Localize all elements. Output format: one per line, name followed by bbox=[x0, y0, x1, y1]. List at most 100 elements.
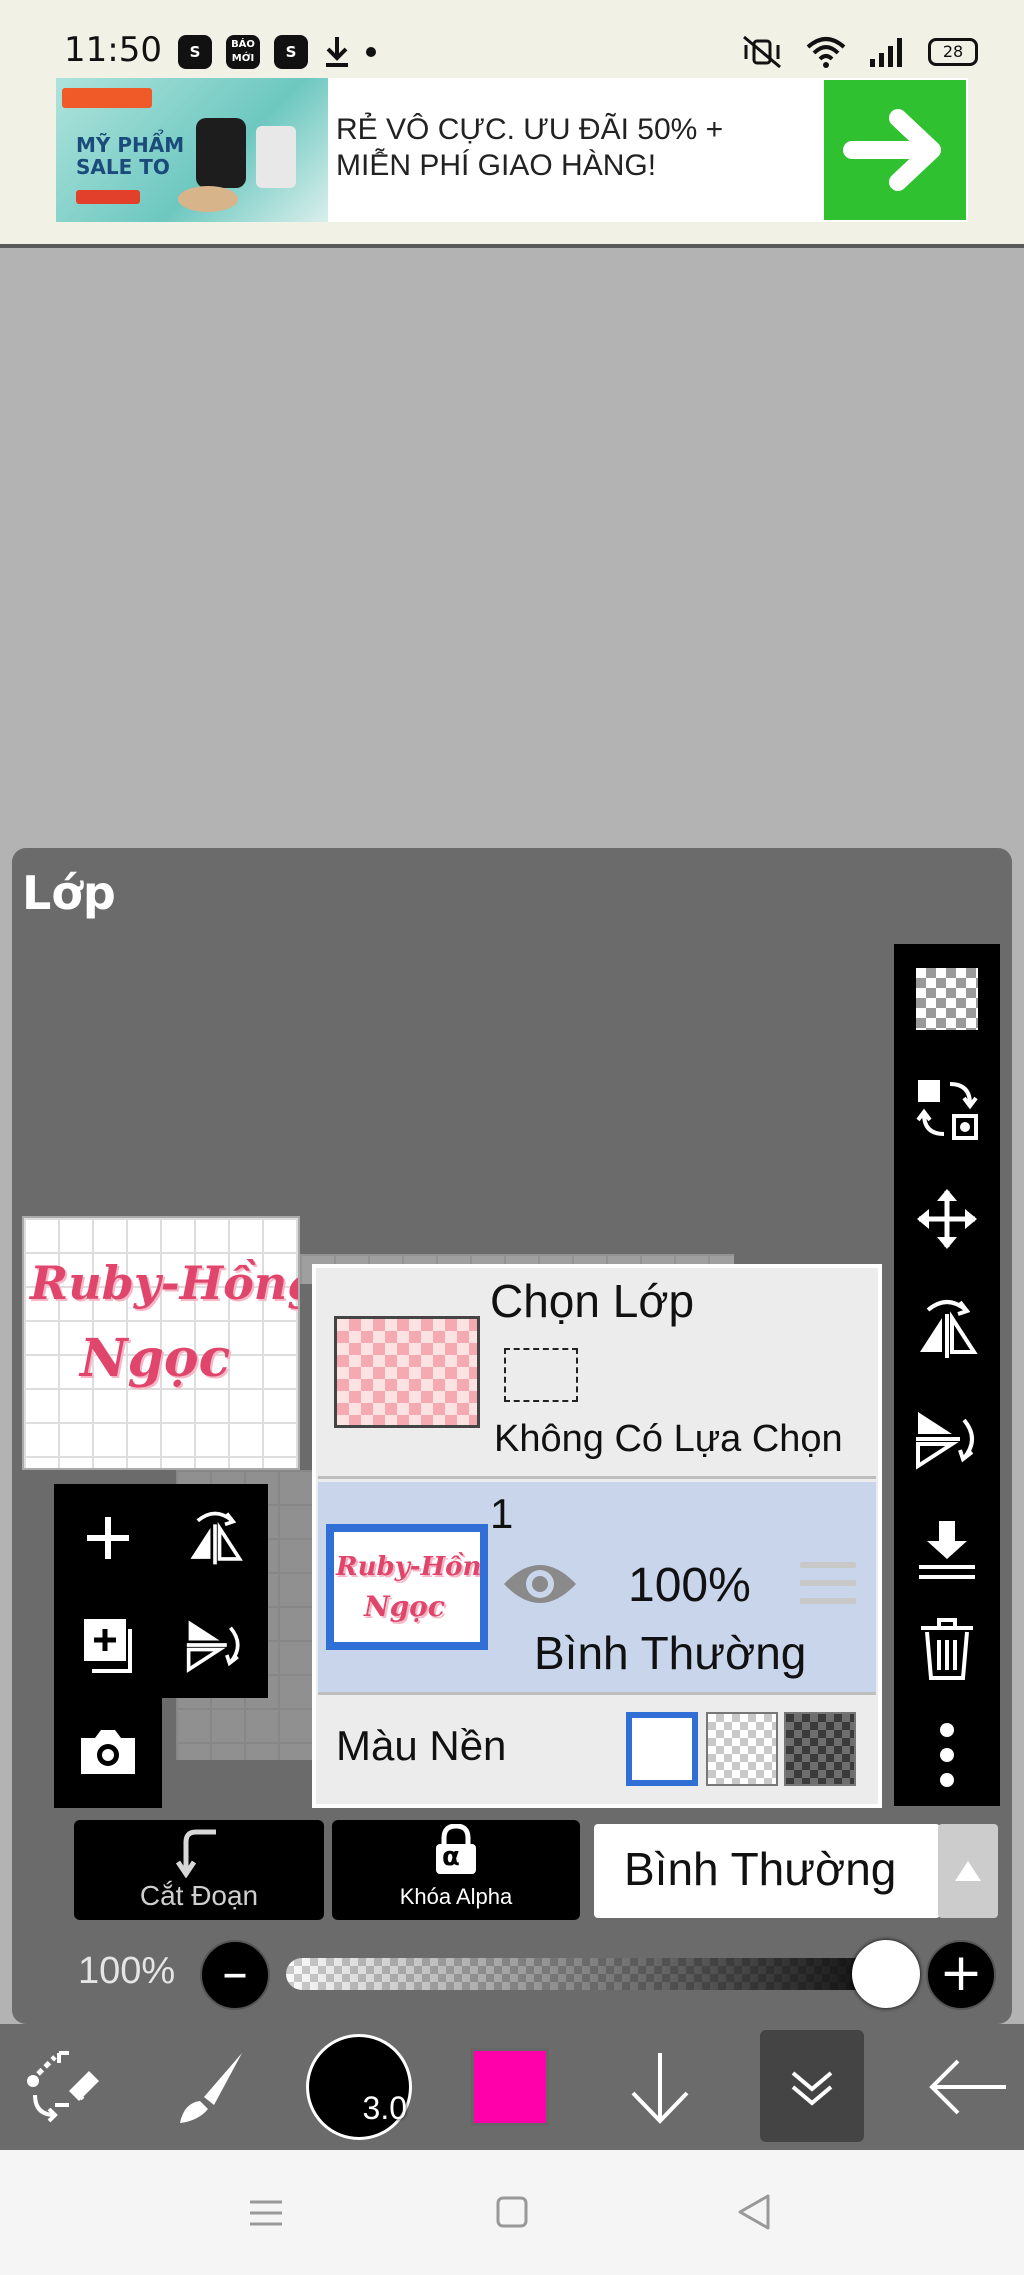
opacity-increase-button[interactable]: + bbox=[926, 1940, 996, 2010]
layer-opacity: 100% bbox=[628, 1559, 751, 1612]
alpha-lock-label: Khóa Alpha bbox=[399, 1884, 513, 1909]
arrow-down-icon bbox=[631, 2053, 689, 2124]
home-icon[interactable] bbox=[494, 2194, 530, 2230]
transform-eraser-tool[interactable] bbox=[10, 2024, 120, 2150]
background-light-checker-swatch[interactable] bbox=[706, 1712, 778, 1786]
status-time: 11:50 bbox=[64, 30, 162, 70]
product-bottle bbox=[196, 118, 246, 188]
swap-layers-button[interactable] bbox=[894, 1054, 1000, 1164]
swap-icon bbox=[916, 1080, 978, 1140]
divider bbox=[318, 1476, 876, 1479]
blend-mode-value: Bình Thường bbox=[624, 1843, 897, 1895]
divider bbox=[318, 1692, 876, 1695]
checker-icon bbox=[916, 968, 978, 1030]
back-button[interactable] bbox=[912, 2024, 1024, 2150]
selection-marquee-icon bbox=[504, 1348, 578, 1402]
layer-number: 1 bbox=[490, 1490, 514, 1537]
battery-indicator: 28 bbox=[928, 38, 978, 66]
notification-icons: S BÁO MỚI S bbox=[178, 34, 376, 70]
blend-mode-dropdown-button[interactable] bbox=[938, 1824, 998, 1918]
camera-import-button[interactable] bbox=[54, 1698, 161, 1805]
selection-status: Không Có Lựa Chọn bbox=[494, 1418, 843, 1460]
layer-thumb-text-1: Ruby-Hồng bbox=[336, 1552, 488, 1582]
flip-horizontal-button[interactable] bbox=[894, 1274, 1000, 1384]
panel-title: Lớp bbox=[22, 866, 116, 920]
background-dark-checker-swatch[interactable] bbox=[784, 1712, 856, 1786]
arrow-left-icon bbox=[929, 2059, 1006, 2115]
download-icon bbox=[326, 37, 348, 67]
menu-icon[interactable] bbox=[246, 2196, 286, 2230]
brush-size-button[interactable]: 3.0 bbox=[304, 2024, 414, 2150]
current-color-swatch bbox=[471, 2048, 549, 2126]
selection-layer-thumbnail[interactable] bbox=[334, 1316, 480, 1428]
clipping-button[interactable]: Cắt Đoạn bbox=[74, 1820, 324, 1920]
flip-layer-button[interactable] bbox=[161, 1484, 268, 1591]
opacity-slider-track[interactable] bbox=[286, 1958, 886, 1990]
opacity-slider-knob[interactable] bbox=[852, 1940, 920, 2008]
baomoi-icon: BÁO MỚI bbox=[226, 35, 260, 69]
background-white-swatch[interactable] bbox=[626, 1712, 698, 1786]
brush-size-value: 3.0 bbox=[362, 2090, 407, 2126]
clipping-label: Cắt Đoạn bbox=[139, 1880, 259, 1911]
flip-layer-vertical-button[interactable] bbox=[161, 1591, 268, 1698]
transform-icon bbox=[27, 2051, 99, 2123]
skype-icon: S bbox=[178, 35, 212, 69]
ad-badge bbox=[76, 190, 140, 204]
merge-down-button[interactable] bbox=[894, 1494, 1000, 1604]
wifi-icon bbox=[806, 37, 846, 68]
double-chevron-down-icon bbox=[791, 2071, 833, 2106]
transparent-fill-button[interactable] bbox=[894, 944, 1000, 1054]
layer-blend-mode: Bình Thường bbox=[534, 1627, 807, 1679]
ad-arrow-button[interactable] bbox=[824, 80, 966, 220]
camera-icon bbox=[80, 1729, 135, 1774]
flip-horizontal-icon bbox=[189, 1511, 243, 1564]
add-layer-button[interactable] bbox=[54, 1484, 161, 1591]
opacity-decrease-button[interactable]: – bbox=[200, 1940, 270, 2010]
product-compact bbox=[178, 186, 238, 212]
preview-text-line-2: Ngọc bbox=[80, 1328, 231, 1389]
ad-image-title: MỸ PHẨM SALE TO bbox=[76, 133, 185, 179]
duplicate-icon bbox=[83, 1618, 132, 1673]
layers-panel-toggle-button[interactable] bbox=[760, 2024, 864, 2150]
signal-icon bbox=[870, 38, 902, 67]
more-options-button[interactable] bbox=[894, 1700, 1000, 1810]
flip-vertical-icon bbox=[186, 1619, 240, 1673]
plus-icon bbox=[86, 1516, 129, 1559]
clipping-arrow-icon bbox=[176, 1829, 216, 1878]
back-triangle-icon[interactable] bbox=[734, 2192, 774, 2232]
brush-size-circle: 3.0 bbox=[306, 2034, 412, 2140]
alpha-lock-button[interactable]: α Khóa Alpha bbox=[332, 1820, 580, 1920]
opacity-label: 100% bbox=[78, 1950, 176, 1992]
background-label: Màu Nền bbox=[336, 1722, 507, 1769]
color-picker-button[interactable] bbox=[460, 2024, 560, 2150]
duplicate-layer-button[interactable] bbox=[54, 1591, 161, 1698]
move-layer-button[interactable] bbox=[894, 1164, 1000, 1274]
product-tube bbox=[256, 126, 296, 188]
drag-handle-line[interactable] bbox=[800, 1580, 856, 1586]
flip-horizontal-icon bbox=[920, 1300, 978, 1358]
brush-tool[interactable] bbox=[160, 2024, 260, 2150]
drag-handle-line[interactable] bbox=[800, 1562, 856, 1568]
merge-down-icon bbox=[919, 1521, 975, 1579]
more-vertical-icon bbox=[940, 1723, 954, 1787]
flip-vertical-icon bbox=[916, 1412, 974, 1470]
arrow-right-icon bbox=[843, 109, 941, 191]
flip-vertical-button[interactable] bbox=[894, 1384, 1000, 1494]
triangle-up-icon bbox=[955, 1861, 981, 1881]
brush-icon bbox=[180, 2053, 242, 2123]
more-notifications-dot bbox=[366, 47, 376, 57]
eye-visibility-icon[interactable] bbox=[500, 1556, 580, 1612]
layer-thumb-text-2: Ngọc bbox=[364, 1590, 445, 1623]
ad-text[interactable]: RẺ VÔ CỰC. ƯU ĐÃI 50% + MIỄN PHÍ GIAO HÀ… bbox=[336, 112, 806, 184]
alpha-glyph: α bbox=[442, 1842, 460, 1872]
preview-text-line-1: Ruby-Hồng bbox=[30, 1256, 300, 1310]
shopee-icon: S bbox=[274, 35, 308, 69]
mute-vibrate-icon bbox=[743, 35, 781, 69]
ad-image[interactable]: MỸ PHẨM SALE TO bbox=[56, 78, 328, 222]
delete-layer-button[interactable] bbox=[894, 1594, 1000, 1704]
layer-preview[interactable]: Ruby-Hồng Ngọc bbox=[22, 1216, 300, 1470]
move-icon bbox=[917, 1189, 977, 1249]
drag-handle-line[interactable] bbox=[800, 1598, 856, 1604]
layer-down-button[interactable] bbox=[608, 2024, 712, 2150]
layer-thumbnail[interactable]: Ruby-Hồng Ngọc bbox=[326, 1524, 488, 1650]
